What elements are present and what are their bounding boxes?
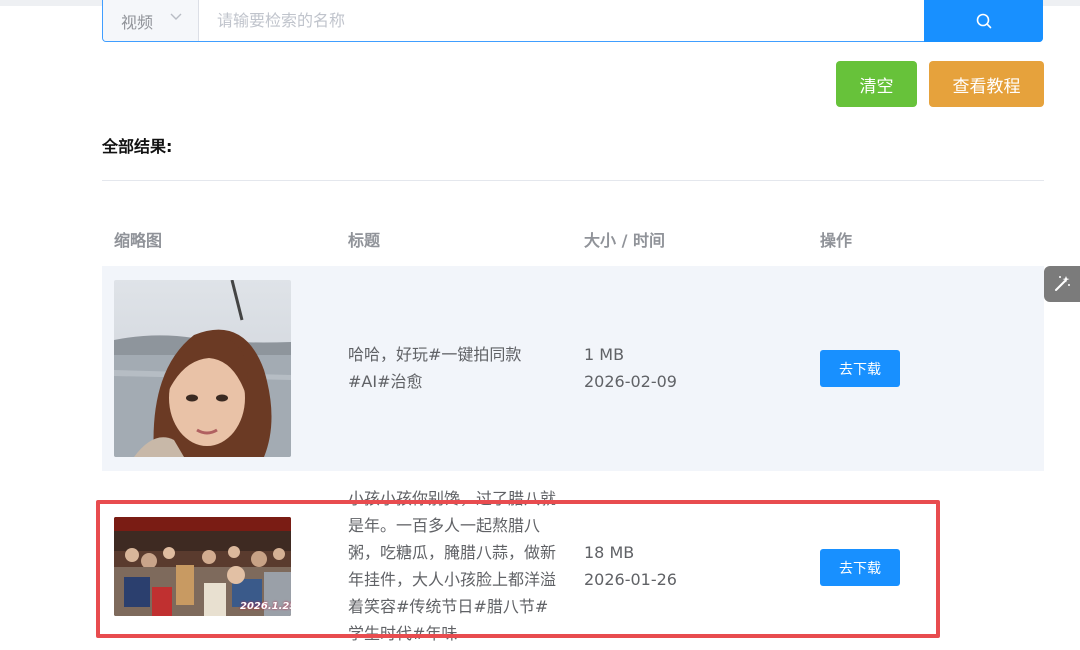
search-icon: [976, 13, 991, 29]
clear-button[interactable]: 清空: [836, 61, 917, 107]
table-row: 哈哈，好玩#一键拍同款#AI#治愈 1 MB 2026-02-09 去下载: [102, 266, 1044, 471]
column-header-action: 操作: [820, 231, 853, 250]
video-title: 哈哈，好玩#一键拍同款#AI#治愈: [348, 345, 522, 391]
divider: [102, 180, 1044, 181]
floating-tool-button[interactable]: [1044, 266, 1080, 302]
chevron-down-icon: [170, 13, 182, 20]
video-date: 2026-01-26: [584, 570, 677, 589]
view-tutorial-button[interactable]: 查看教程: [929, 61, 1044, 107]
video-date: 2026-02-09: [584, 372, 677, 391]
search-button[interactable]: [924, 0, 1043, 42]
column-header-thumbnail: 缩略图: [114, 231, 163, 250]
video-size-time: 1 MB 2026-02-09: [584, 341, 677, 395]
thumbnail-image: [114, 280, 291, 457]
search-type-label: 视频: [121, 13, 154, 32]
video-size: 18 MB: [584, 543, 635, 562]
video-thumbnail[interactable]: 2026.1.25: [114, 517, 291, 616]
magic-wand-icon: [1055, 276, 1070, 291]
video-title: 小孩小孩你别馋，过了腊八就是年。一百多人一起熬腊八粥，吃糖瓜，腌腊八蒜，做新年挂…: [348, 489, 557, 643]
table-row: 2026.1.25 小孩小孩你别馋，过了腊八就是年。一百多人一起熬腊八粥，吃糖瓜…: [102, 472, 1044, 650]
download-button[interactable]: 去下载: [820, 549, 900, 586]
search-type-select[interactable]: 视频: [103, 0, 199, 41]
column-header-size-time: 大小 / 时间: [584, 231, 665, 250]
search-bar: 视频: [102, 0, 1043, 42]
thumbnail-date-overlay: 2026.1.25: [240, 601, 291, 612]
column-header-title: 标题: [348, 231, 381, 250]
search-input[interactable]: [199, 0, 924, 41]
video-size-time: 18 MB 2026-01-26: [584, 539, 677, 593]
video-thumbnail[interactable]: [114, 280, 291, 457]
results-heading: 全部结果:: [102, 137, 173, 156]
download-button[interactable]: 去下载: [820, 350, 900, 387]
video-size: 1 MB: [584, 345, 625, 364]
